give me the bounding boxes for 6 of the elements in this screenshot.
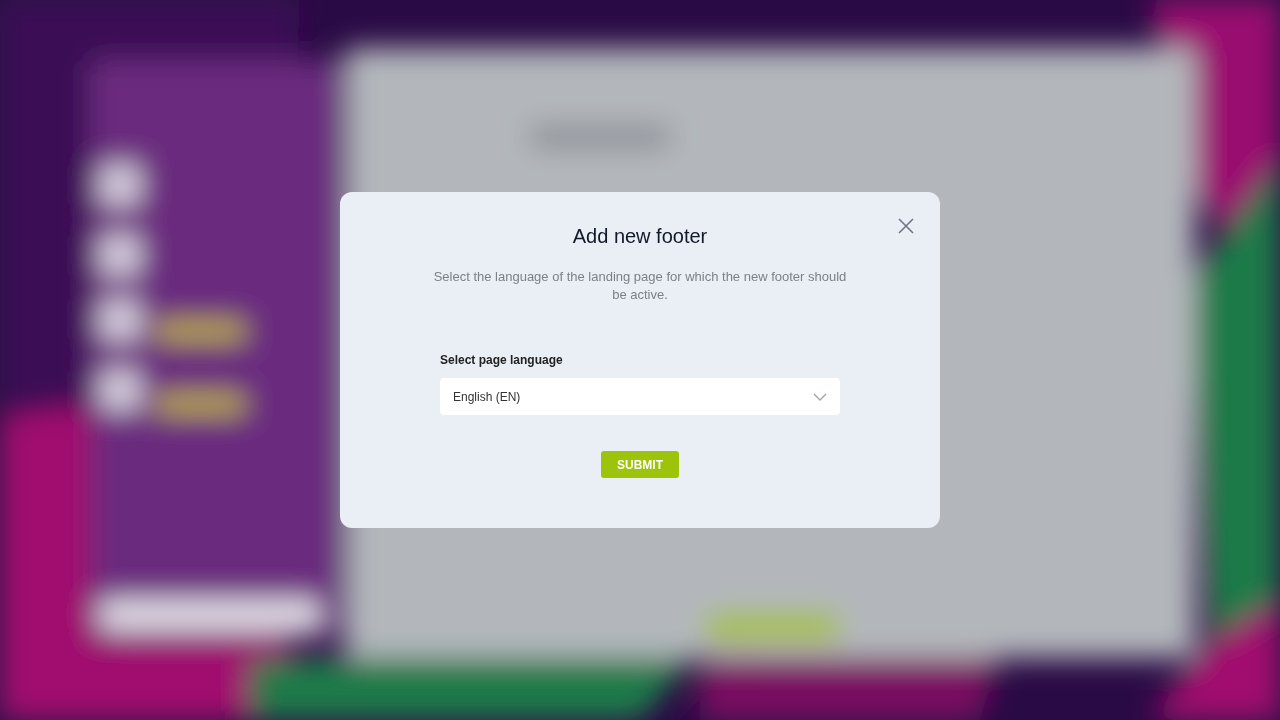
dialog-description: Select the language of the landing page for which the new footer should be active. (432, 268, 848, 304)
field-label: Select page language (440, 352, 563, 368)
language-select[interactable]: English (EN) (440, 378, 840, 415)
chevron-down-icon (813, 392, 827, 401)
dialog-title: Add new footer (572, 224, 708, 249)
close-icon[interactable] (896, 216, 916, 236)
